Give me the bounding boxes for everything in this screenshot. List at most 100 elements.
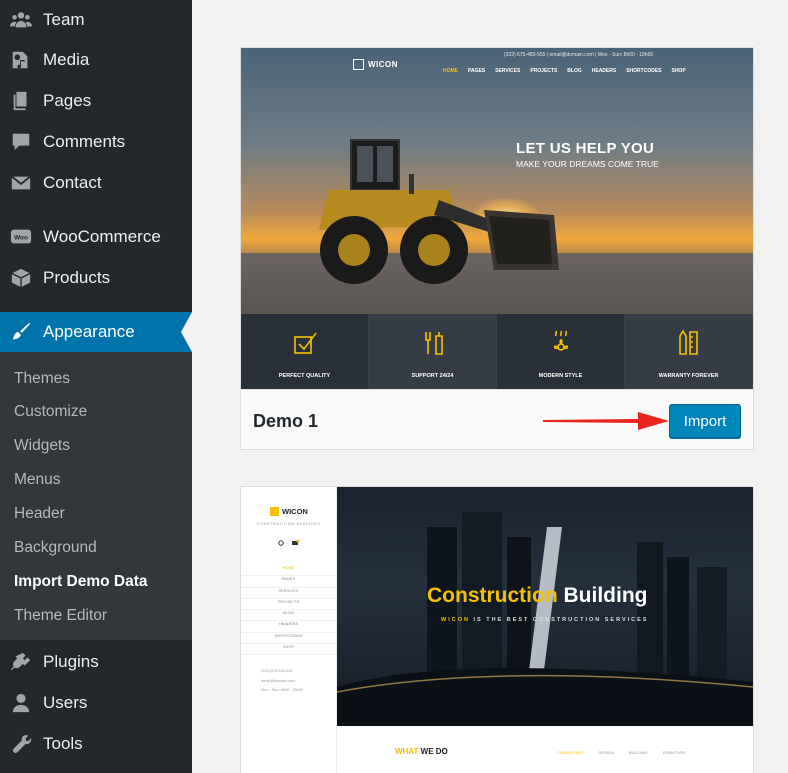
user-icon	[9, 691, 33, 715]
demo-2-menu-item: HOME	[241, 565, 336, 577]
subline-text: IS THE BEST CONSTRUCTION SERVICES	[473, 617, 649, 623]
demo-1-features: PERFECT QUALITY SUPPORT 24/24 MODERN STY…	[241, 314, 753, 389]
menu-label-team: Team	[43, 10, 85, 29]
demo-2-sidebar: WICON CONSTRUCTION SERVICES HOME PAGES S…	[241, 487, 337, 773]
active-indicator	[181, 312, 192, 352]
demo-card-2: WICON CONSTRUCTION SERVICES HOME PAGES S…	[240, 486, 754, 773]
paintbrush-icon	[9, 320, 33, 344]
submenu-header[interactable]: Header	[14, 505, 65, 523]
demo-1-nav-item: PAGES	[468, 68, 486, 74]
demo-2-hero: Construction Building WICON IS THE BEST …	[337, 487, 753, 726]
archive-box-icon	[9, 266, 33, 290]
menu-item-tools[interactable]: Tools	[0, 724, 192, 764]
demo-1-footer: Demo 1 Import	[241, 389, 753, 449]
demo-1-nav-item: SERVICES	[495, 68, 521, 74]
demo-2-menu-item: PAGES	[241, 576, 336, 588]
demo-1-nav-item: HEADERS	[591, 68, 617, 74]
demo-1-screenshot: WICON (322) 675-483-555 | email@domain.c…	[241, 48, 753, 389]
demo-2-subline: WICON IS THE BEST CONSTRUCTION SERVICES	[441, 617, 648, 623]
menu-label-products: Products	[43, 268, 111, 287]
demo-2-tab: FURNITURE	[662, 750, 686, 755]
menu-label-users: Users	[43, 693, 88, 712]
groups-icon	[9, 8, 33, 32]
demo-1-nav-item: SHORTCODES	[626, 68, 662, 74]
section-rest: WE DO	[420, 747, 448, 756]
feature-support: SUPPORT 24/24	[369, 314, 497, 389]
submenu-import-demo-data[interactable]: Import Demo Data	[14, 573, 148, 591]
demo-2-section: WHAT WE DO CONSULTANT DESIGN BUILDING FU…	[337, 726, 753, 773]
pencil-ruler-icon	[678, 329, 698, 355]
plugin-icon	[9, 650, 33, 674]
headline-accent: Construction	[427, 584, 558, 607]
demo-2-menu-item: BLOG	[241, 610, 336, 622]
logo-mark	[270, 507, 279, 516]
menu-label-tools: Tools	[43, 734, 83, 753]
menu-item-appearance[interactable]: Appearance	[0, 312, 192, 352]
media-icon	[9, 48, 33, 72]
demo-2-menu: HOME PAGES SERVICES PROJECTS BLOG HEADER…	[241, 565, 336, 656]
demo-2-menu-item: SHORTCODES	[241, 633, 336, 645]
feature-label: PERFECT QUALITY	[278, 373, 331, 379]
menu-label-pages: Pages	[43, 91, 92, 110]
demo-1-navbar: WICON (322) 675-483-555 | email@domain.c…	[241, 48, 753, 82]
woocommerce-icon: Woo	[9, 225, 33, 249]
demo-2-menu-item: PROJECTS	[241, 599, 336, 611]
menu-item-comments[interactable]: Comments	[0, 122, 192, 162]
feature-label: WARRANTY FOREVER	[658, 373, 719, 379]
demo-1-logo: WICON	[368, 60, 399, 69]
menu-item-woocommerce[interactable]: Woo WooCommerce	[0, 217, 192, 257]
demo-name: Demo 1	[253, 411, 319, 431]
feature-perfect-quality: PERFECT QUALITY	[241, 314, 369, 389]
demo-1-nav-item: PROJECTS	[530, 68, 558, 74]
red-arrow-icon	[543, 412, 669, 430]
menu-label-media: Media	[43, 50, 90, 69]
menu-item-products[interactable]: Products	[0, 258, 192, 298]
submenu-widgets[interactable]: Widgets	[14, 437, 70, 455]
demo-2-logo: WICON	[282, 507, 308, 516]
demo-2-contact: (322) 675-483-555 email@domain.com Mon -…	[261, 667, 303, 696]
menu-item-team[interactable]: Team	[0, 0, 192, 40]
menu-item-pages[interactable]: Pages	[0, 81, 192, 121]
demo-2-menu-item: SHOP	[241, 644, 336, 656]
svg-text:Woo: Woo	[14, 234, 28, 241]
feature-modern-style: MODERN STYLE	[497, 314, 625, 389]
menu-item-media[interactable]: Media	[0, 40, 192, 80]
demo-2-tab: CONSULTANT	[557, 750, 584, 755]
menu-label-woocommerce: WooCommerce	[43, 227, 161, 246]
demo-1-nav-item: SHOP	[671, 68, 686, 74]
headline-rest: Building	[563, 584, 648, 607]
demo-2-tab: BUILDING	[628, 750, 648, 755]
demo-2-menu-item: SERVICES	[241, 588, 336, 599]
demo-1-headline: LET US HELP YOU	[516, 140, 655, 157]
menu-item-plugins[interactable]: Plugins	[0, 642, 192, 682]
submenu-customize[interactable]: Customize	[14, 403, 87, 421]
menu-label-comments: Comments	[43, 132, 126, 151]
submenu-background[interactable]: Background	[14, 539, 97, 557]
menu-item-contact[interactable]: Contact	[0, 163, 192, 203]
submenu-themes[interactable]: Themes	[14, 370, 70, 388]
demo-1-nav-links: HOME PAGES SERVICES PROJECTS BLOG HEADER…	[443, 68, 686, 74]
demo-2-tab: DESIGN	[598, 750, 614, 755]
demo-2-tabs: CONSULTANT DESIGN BUILDING FURNITURE	[557, 750, 686, 755]
contact-email: email@domain.com	[261, 678, 295, 683]
feature-label: MODERN STYLE	[538, 373, 583, 379]
pages-icon	[9, 89, 33, 113]
menu-label-plugins: Plugins	[43, 652, 99, 671]
contact-phone: (322) 675-483-555	[261, 669, 293, 673]
submenu-theme-editor[interactable]: Theme Editor	[14, 607, 107, 625]
menu-item-users[interactable]: Users	[0, 683, 192, 723]
demo-2-menu-item: HEADERS	[241, 621, 336, 633]
import-button[interactable]: Import	[669, 404, 741, 438]
demo-card-1: WICON (322) 675-483-555 | email@domain.c…	[240, 47, 754, 450]
search-cart-icons	[278, 539, 300, 546]
subline-accent: WICON	[441, 617, 470, 623]
tools-icon	[424, 332, 443, 355]
logo-mark	[353, 59, 364, 70]
comment-icon	[9, 130, 33, 154]
demo-1-nav-item: BLOG	[567, 68, 582, 74]
feature-warranty: WARRANTY FOREVER	[625, 314, 753, 389]
demo-2-section-title: WHAT WE DO	[395, 747, 448, 756]
checkbox-icon	[293, 332, 317, 354]
admin-sidebar: Team Media Pages Comments Contact Woo Wo…	[0, 0, 192, 773]
submenu-menus[interactable]: Menus	[14, 471, 61, 489]
